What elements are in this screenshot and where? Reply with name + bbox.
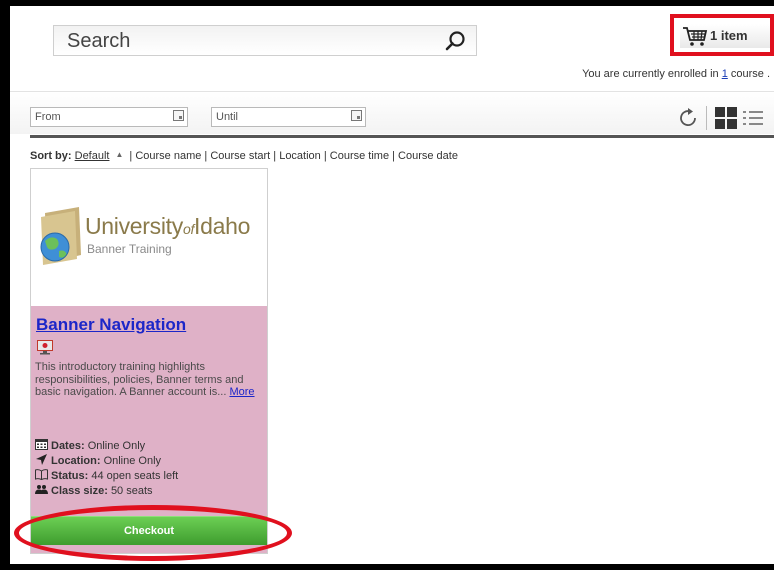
course-title-link[interactable]: Banner Navigation <box>36 315 186 335</box>
location-label: Location: <box>51 455 101 467</box>
toolbar-rule <box>30 135 774 138</box>
status-label: Status: <box>51 470 89 482</box>
list-view-icon[interactable] <box>742 108 764 128</box>
logo-text-place: Idaho <box>194 213 251 239</box>
class-size-label: Class size: <box>51 485 108 497</box>
enrollment-suffix: course . <box>727 68 770 80</box>
dates-row: Dates: Online Only <box>35 439 145 452</box>
logo-text-of: of <box>182 221 195 237</box>
until-date-placeholder: Until <box>216 111 239 123</box>
calendar-icon <box>35 439 48 450</box>
logo-subtitle: Banner Training <box>87 242 172 256</box>
enrollment-prefix: You are currently enrolled in <box>582 68 722 80</box>
sort-label: Sort by: <box>30 150 72 162</box>
search-input[interactable]: Search <box>53 25 477 56</box>
from-date-placeholder: From <box>35 111 61 123</box>
class-size-row: Class size: 50 seats <box>35 484 153 497</box>
sort-default-link[interactable]: Default <box>75 150 110 162</box>
calendar-icon[interactable] <box>173 110 184 121</box>
course-description-text: This introductory training highlights re… <box>35 361 244 398</box>
more-link[interactable]: More <box>229 386 254 398</box>
dates-label: Dates: <box>51 440 85 452</box>
view-divider <box>706 106 707 130</box>
search-placeholder: Search <box>67 30 131 52</box>
globe-folder-logo-icon <box>40 207 81 265</box>
from-date-input[interactable]: From <box>30 107 188 127</box>
status-value: 44 open seats left <box>91 470 179 482</box>
class-size-value: 50 seats <box>110 485 153 497</box>
course-description: This introductory training highlights re… <box>35 361 263 399</box>
dates-value: Online Only <box>87 440 146 452</box>
shopping-cart-icon <box>683 27 708 46</box>
location-arrow-icon <box>36 454 47 465</box>
cart-label: 1 item <box>710 28 748 43</box>
calendar-icon[interactable] <box>351 110 362 121</box>
course-image[interactable]: UniversityofIdaho Banner Training <box>31 169 267 305</box>
page-frame: Search 1 item You are currently enrolled… <box>10 6 774 564</box>
enrollment-status: You are currently enrolled in 1 course . <box>582 68 770 80</box>
status-row: Status: 44 open seats left <box>35 469 178 482</box>
cart-highlight: 1 item <box>670 14 774 56</box>
refresh-icon[interactable] <box>676 106 700 130</box>
logo-text-main: University <box>85 213 183 239</box>
location-value: Online Only <box>103 455 162 467</box>
sort-options[interactable]: | Course name | Course start | Location … <box>129 150 458 162</box>
checkout-button[interactable]: Checkout <box>31 516 267 545</box>
location-row: Location: Online Only <box>35 454 161 467</box>
book-icon <box>35 469 48 480</box>
course-details: Banner Navigation This introductory trai… <box>31 306 267 553</box>
search-icon[interactable] <box>444 30 466 52</box>
grid-view-icon[interactable] <box>714 106 738 130</box>
logo-university-text: UniversityofIdaho <box>85 213 250 240</box>
until-date-input[interactable]: Until <box>211 107 366 127</box>
users-icon <box>35 485 48 494</box>
cart-button[interactable]: 1 item <box>680 24 770 48</box>
online-monitor-icon <box>37 340 53 355</box>
sort-arrow-icon[interactable]: ▲ <box>115 150 123 159</box>
sort-bar: Sort by: Default ▲ | Course name | Course … <box>30 150 458 162</box>
course-card: UniversityofIdaho Banner Training Banner… <box>30 168 268 554</box>
